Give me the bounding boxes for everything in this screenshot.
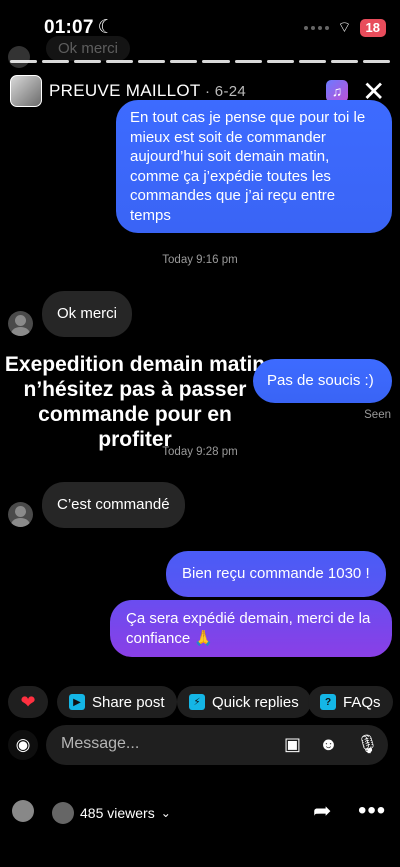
chevron-down-icon: ⌄ [160, 806, 171, 820]
contact-avatar[interactable] [8, 502, 33, 527]
message-bubble-incoming[interactable]: C’est commandé [42, 482, 185, 528]
timestamp: Today 9:16 pm [162, 254, 238, 266]
post-time: · 6-24 [200, 83, 247, 100]
wifi-icon: ⌔ [337, 19, 352, 36]
contact-avatar[interactable] [8, 311, 33, 336]
story-overlay-text: Exepedition demain matin n’hésitez pas à… [4, 353, 266, 451]
faded-message: Ok merci [46, 36, 130, 61]
message-composer: ▣ ☻ 🎙 [46, 725, 388, 765]
question-icon: ? [320, 694, 336, 710]
story-header[interactable]: PREUVE MAILLOT · 6-24 [49, 81, 246, 101]
play-icon: ▶ [69, 694, 85, 710]
viewer-avatar [12, 800, 34, 822]
message-bubble-outgoing[interactable]: Bien reçu commande 1030 ! [166, 551, 386, 597]
message-bubble-incoming[interactable]: Ok merci [42, 291, 132, 337]
heart-icon[interactable]: ❤ [8, 686, 48, 718]
camera-icon[interactable]: ◉ [8, 730, 38, 760]
microphone-icon[interactable]: 🎙 [356, 734, 379, 755]
timestamp: Today 9:28 pm [162, 446, 238, 458]
faqs-button[interactable]: ? FAQs [308, 686, 393, 718]
avatar [8, 46, 30, 68]
viewers-button[interactable]: 485 viewers ⌄ [52, 802, 171, 824]
share-post-button[interactable]: ▶ Share post [57, 686, 177, 718]
signal-icon [304, 25, 330, 30]
gallery-icon[interactable]: ▣ [284, 734, 301, 755]
viewer-avatar [52, 802, 74, 824]
battery-icon: 18 [359, 18, 386, 37]
message-input[interactable] [61, 735, 261, 753]
music-icon[interactable]: ♫ [326, 80, 348, 102]
account-name: PREUVE MAILLOT [49, 81, 201, 100]
message-bubble-outgoing[interactable]: Ça sera expédié demain, merci de la conf… [110, 600, 392, 657]
bolt-icon: ⚡ [189, 694, 205, 710]
quick-replies-button[interactable]: ⚡ Quick replies [177, 686, 311, 718]
profile-avatar[interactable] [10, 75, 42, 107]
message-bubble-outgoing[interactable]: Pas de soucis :) [253, 359, 392, 403]
more-icon[interactable]: ••• [358, 797, 386, 825]
seen-status: Seen [364, 409, 391, 421]
status-icons: ⌔ 18 [304, 18, 386, 37]
story-progress [10, 60, 390, 63]
sticker-icon[interactable]: ☻ [319, 734, 338, 755]
message-bubble-outgoing[interactable]: En tout cas je pense que pour toi le mie… [116, 100, 392, 233]
share-icon[interactable]: ➦ [313, 798, 331, 824]
